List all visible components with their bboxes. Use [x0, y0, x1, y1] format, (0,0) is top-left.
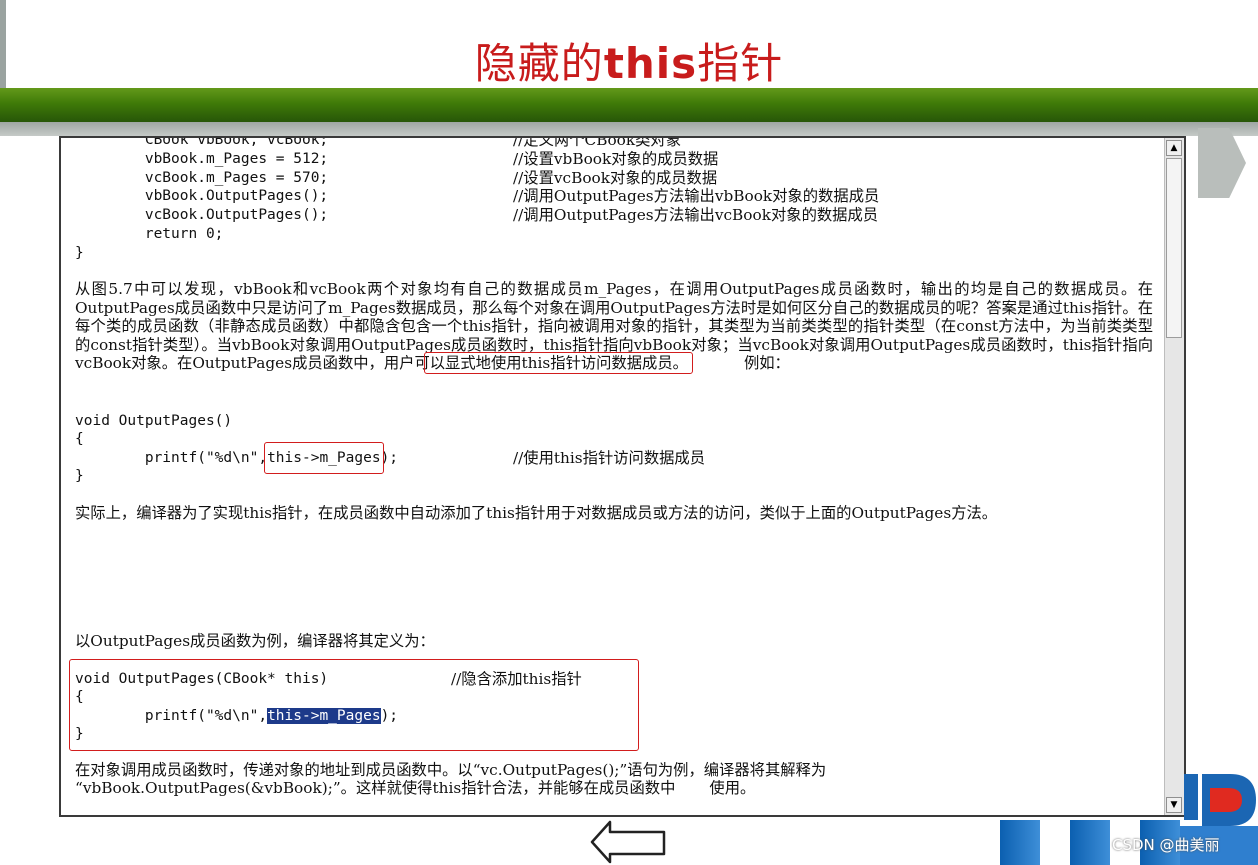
code1-comment: //调用OutputPages方法输出vcBook对象的数据成员 [513, 206, 879, 225]
document-content: CBook vbBook, vcBook; //定义两个CBook类对象 vbBo… [61, 138, 1165, 815]
code2-open-brace: { [75, 431, 84, 447]
red-highlight-box [264, 442, 384, 474]
code1-line: CBook vbBook, vcBook; [75, 138, 329, 148]
title-part-bold: this [603, 39, 698, 88]
paragraph-compiler: 实际上，编译器为了实现this指针，在成员函数中自动添加了this指针用于对数据… [75, 504, 998, 522]
code2-close-brace: } [75, 468, 84, 484]
code1-line: } [75, 244, 84, 261]
code3-end: ); [380, 708, 399, 724]
scroll-thumb[interactable] [1166, 158, 1182, 338]
title-part-1: 隐藏的 [474, 39, 604, 88]
selected-text[interactable]: this->m_Pages [267, 708, 381, 724]
code1-comment: //设置vcBook对象的成员数据 [513, 168, 718, 187]
slide-title: 隐藏的this指针 [0, 30, 1258, 91]
next-slide-arrow-icon[interactable] [1198, 128, 1246, 198]
code2-printf: printf("%d\n", [75, 450, 268, 466]
code2-signature: void OutputPages() [75, 413, 233, 429]
code3-signature: void OutputPages(CBook* this) [75, 671, 329, 687]
code1-comment: //设置vbBook对象的成员数据 [513, 149, 719, 168]
vertical-scrollbar[interactable]: ▲ ▼ [1164, 138, 1184, 815]
red-highlight-box [423, 352, 693, 374]
highlighted-sentence: 以显式地使用this指针访问数据成员。 [423, 352, 693, 374]
code1-line: vbBook.m_Pages = 512; [75, 150, 329, 167]
watermark: CSDN @曲美丽 [1112, 836, 1220, 854]
code2-comment: //使用this指针访问数据成员 [513, 449, 706, 467]
code1-line: vcBook.OutputPages(); [75, 207, 329, 224]
code1-line: return 0; [75, 226, 224, 242]
logo-bar [1000, 820, 1040, 865]
paragraph-explanation: 从图5.7中可以发现，vbBook和vcBook两个对象均有自己的数据成员m_P… [75, 280, 1153, 374]
paragraph-final-line2: “vbBook.OutputPages(&vbBook);”。这样就使得this… [75, 779, 756, 797]
code2-this-access: this->m_Pages [264, 442, 384, 474]
header-green-band [0, 88, 1258, 122]
code1-comment: //调用OutputPages方法输出vbBook对象的数据成员 [513, 187, 880, 206]
paragraph-final-line1: 在对象调用成员函数时，传递对象的地址到成员函数中。以“vc.OutputPage… [75, 761, 827, 779]
code1-comment: //定义两个CBook类对象 [513, 138, 682, 149]
code3-comment: //隐含添加this指针 [451, 670, 582, 688]
document-viewer: CBook vbBook, vcBook; //定义两个CBook类对象 vbBo… [59, 136, 1186, 817]
code3-open-brace: { [75, 689, 84, 705]
paragraph-definition-intro: 以OutputPages成员函数为例，编译器将其定义为： [75, 632, 435, 650]
logo-bar [1070, 820, 1110, 865]
scroll-up-button[interactable]: ▲ [1166, 140, 1182, 156]
header-grey-band [0, 122, 1258, 136]
code3-printf: printf("%d\n", [75, 708, 268, 724]
code3-printf-line: printf("%d\n",this->m_Pages); [75, 707, 398, 726]
previous-slide-arrow-icon[interactable] [588, 818, 668, 865]
title-part-2: 指针 [697, 39, 784, 88]
code1-line: vbBook.OutputPages(); [75, 188, 329, 205]
code2-printf-line: printf("%d\n",this->m_Pages); [75, 442, 398, 474]
paragraph-tail: 例如： [743, 354, 790, 372]
code3-close-brace: } [75, 726, 84, 742]
code1-line: vcBook.m_Pages = 570; [75, 169, 329, 186]
